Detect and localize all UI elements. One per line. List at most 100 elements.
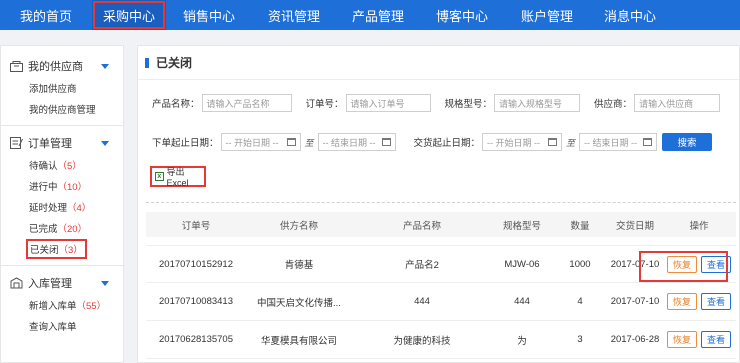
sidebar-item-count: （10） [57, 181, 88, 193]
end-date-placeholder: -- 结束日期 -- [584, 137, 638, 148]
to-label: 至 [566, 137, 576, 148]
excel-icon: x [155, 172, 164, 181]
col-supplier: 供方名称 [279, 220, 318, 232]
sidebar-item-query-inbound[interactable]: 查询入库单 [9, 315, 123, 336]
cell-spec: 为 [517, 335, 527, 347]
cell-order-no: 20170710083413 [159, 296, 233, 307]
supplier-input[interactable]: 请输入供应商 [634, 94, 721, 112]
nav-blog-center[interactable]: 博客中心 [420, 0, 504, 30]
order-end-date-input[interactable]: -- 结束日期 -- [317, 133, 396, 151]
sidebar-group-label: 我的供应商 [28, 61, 83, 73]
export-excel-button[interactable]: x 导出Excel [150, 166, 206, 188]
product-name-label: 产品名称： [152, 99, 200, 110]
page-title: 已关闭 [156, 56, 193, 70]
filter-row-1: 产品名称： 请输入产品名称 订单号： 请输入订单号 规格型号： 请输入规格型号 … [152, 94, 721, 112]
sidebar-item-label: 我的供应商管理 [29, 104, 96, 116]
table-header: 订单号 供方名称 产品名称 规格型号 数量 交货日期 操作 [146, 212, 736, 237]
orders-table: 订单号 供方名称 产品名称 规格型号 数量 交货日期 操作 2017071015… [146, 212, 736, 359]
delivery-date-label: 交货起止日期： [413, 138, 481, 149]
divider [146, 202, 736, 203]
nav-product-management[interactable]: 产品管理 [336, 0, 420, 30]
calendar-icon[interactable] [548, 138, 558, 146]
nav-home[interactable]: 我的首页 [0, 0, 92, 30]
sidebar-item-in-progress[interactable]: 进行中 （10） [9, 175, 123, 196]
cell-quantity: 1000 [569, 258, 591, 270]
sidebar-item-manage-suppliers[interactable]: 我的供应商管理 [9, 98, 123, 119]
order-start-date-input[interactable]: -- 开始日期 -- [220, 133, 301, 151]
sidebar: 我的供应商 添加供应商 我的供应商管理 订单管理 待确认 （5） 进行中 （10） … [0, 45, 124, 363]
calendar-icon[interactable] [643, 138, 653, 146]
top-nav: 我的首页 采购中心 销售中心 资讯管理 产品管理 博客中心 账户管理 消息中心 [0, 0, 740, 30]
nav-message-center[interactable]: 消息中心 [590, 0, 670, 30]
nav-account-management[interactable]: 账户管理 [504, 0, 590, 30]
order-icon [9, 137, 23, 149]
cell-spec: 444 [514, 296, 530, 307]
order-no-label: 订单号： [305, 99, 344, 110]
sidebar-item-closed-highlight: 已关闭（3） [26, 238, 87, 259]
cell-actions: 恢复 查看 [662, 293, 736, 310]
sidebar-group-header-suppliers[interactable]: 我的供应商 [9, 55, 123, 77]
chevron-down-icon [101, 63, 109, 69]
delivery-end-date-input[interactable]: -- 结束日期 -- [579, 133, 658, 151]
sidebar-item-add-supplier[interactable]: 添加供应商 [9, 77, 123, 98]
sidebar-item-label: 延时处理 [29, 202, 68, 214]
order-date-label: 下单起止日期： [152, 138, 219, 149]
main-panel: 已关闭 产品名称： 请输入产品名称 订单号： 请输入订单号 规格型号： 请输入规… [137, 45, 740, 363]
title-marker [145, 57, 149, 68]
cell-product: 444 [414, 296, 430, 307]
restore-button[interactable]: 恢复 [667, 255, 697, 273]
restore-button[interactable]: 恢复 [667, 293, 697, 310]
sidebar-group-header-warehouse[interactable]: 入库管理 [9, 272, 123, 294]
sidebar-item-count: （20） [57, 223, 88, 235]
calendar-icon[interactable] [381, 138, 391, 146]
col-quantity: 数量 [570, 220, 590, 232]
cell-actions: 恢复 查看 [662, 255, 736, 273]
search-button[interactable]: 搜索 [662, 133, 712, 151]
sidebar-item-label: 新增入库单 [29, 300, 77, 312]
col-delivery-date: 交货日期 [615, 220, 654, 232]
view-button[interactable]: 查看 [701, 293, 731, 310]
sidebar-group-label: 入库管理 [28, 278, 72, 290]
nav-news-management[interactable]: 资讯管理 [252, 0, 336, 30]
col-order-no: 订单号 [181, 220, 211, 232]
page-header: 已关闭 [138, 46, 739, 80]
sidebar-item-closed[interactable]: 已关闭（3） [9, 238, 123, 259]
sidebar-item-label: 已关闭 [30, 244, 59, 256]
nav-sales-center[interactable]: 销售中心 [166, 0, 252, 30]
start-date-placeholder: -- 开始日期 -- [225, 137, 279, 148]
cell-order-no: 20170710152912 [159, 258, 233, 270]
spec-input[interactable]: 请输入规格型号 [494, 94, 581, 112]
chevron-down-icon [101, 280, 109, 286]
cell-delivery-date: 2017-06-28 [610, 334, 660, 345]
supplier-label: 供应商： [594, 99, 633, 110]
sidebar-item-completed[interactable]: 已完成 （20） [9, 217, 123, 238]
sidebar-group-header-orders[interactable]: 订单管理 [9, 132, 123, 154]
sidebar-item-count: （55） [76, 300, 107, 312]
delivery-start-date-input[interactable]: -- 开始日期 -- [482, 133, 563, 151]
cell-delivery-date: 2017-07-10 [610, 296, 660, 307]
filter-row-2: 下单起止日期： -- 开始日期 -- 至 -- 结束日期 -- 交货起止日期： … [152, 133, 658, 151]
sidebar-item-new-inbound[interactable]: 新增入库单 （55） [9, 294, 123, 315]
sidebar-item-count: （3） [58, 244, 83, 256]
sidebar-item-label: 添加供应商 [29, 83, 77, 95]
end-date-placeholder: -- 结束日期 -- [322, 137, 376, 148]
view-button[interactable]: 查看 [701, 331, 731, 348]
calendar-icon[interactable] [286, 138, 296, 146]
restore-button[interactable]: 恢复 [667, 331, 697, 348]
nav-purchase-center[interactable]: 采购中心 [92, 0, 166, 30]
cell-product: 产品名2 [405, 260, 439, 271]
cell-delivery-date: 2017-07-10 [610, 258, 660, 270]
cell-supplier: 肯德基 [284, 260, 314, 271]
sidebar-group-orders: 订单管理 待确认 （5） 进行中 （10） 延时处理 （4） 已完成 （20） 已关闭（… [1, 132, 123, 259]
cell-supplier: 华夏模具有限公司 [260, 335, 337, 347]
view-button[interactable]: 查看 [701, 255, 731, 273]
spec-label: 规格型号： [444, 99, 493, 110]
product-name-input[interactable]: 请输入产品名称 [201, 94, 292, 112]
supplier-icon [9, 60, 23, 72]
start-date-placeholder: -- 开始日期 -- [487, 137, 541, 148]
sidebar-item-pending[interactable]: 待确认 （5） [9, 154, 123, 175]
sidebar-item-delayed[interactable]: 延时处理 （4） [9, 196, 123, 217]
order-no-input[interactable]: 请输入订单号 [345, 94, 431, 112]
sidebar-group-label: 订单管理 [28, 138, 72, 150]
